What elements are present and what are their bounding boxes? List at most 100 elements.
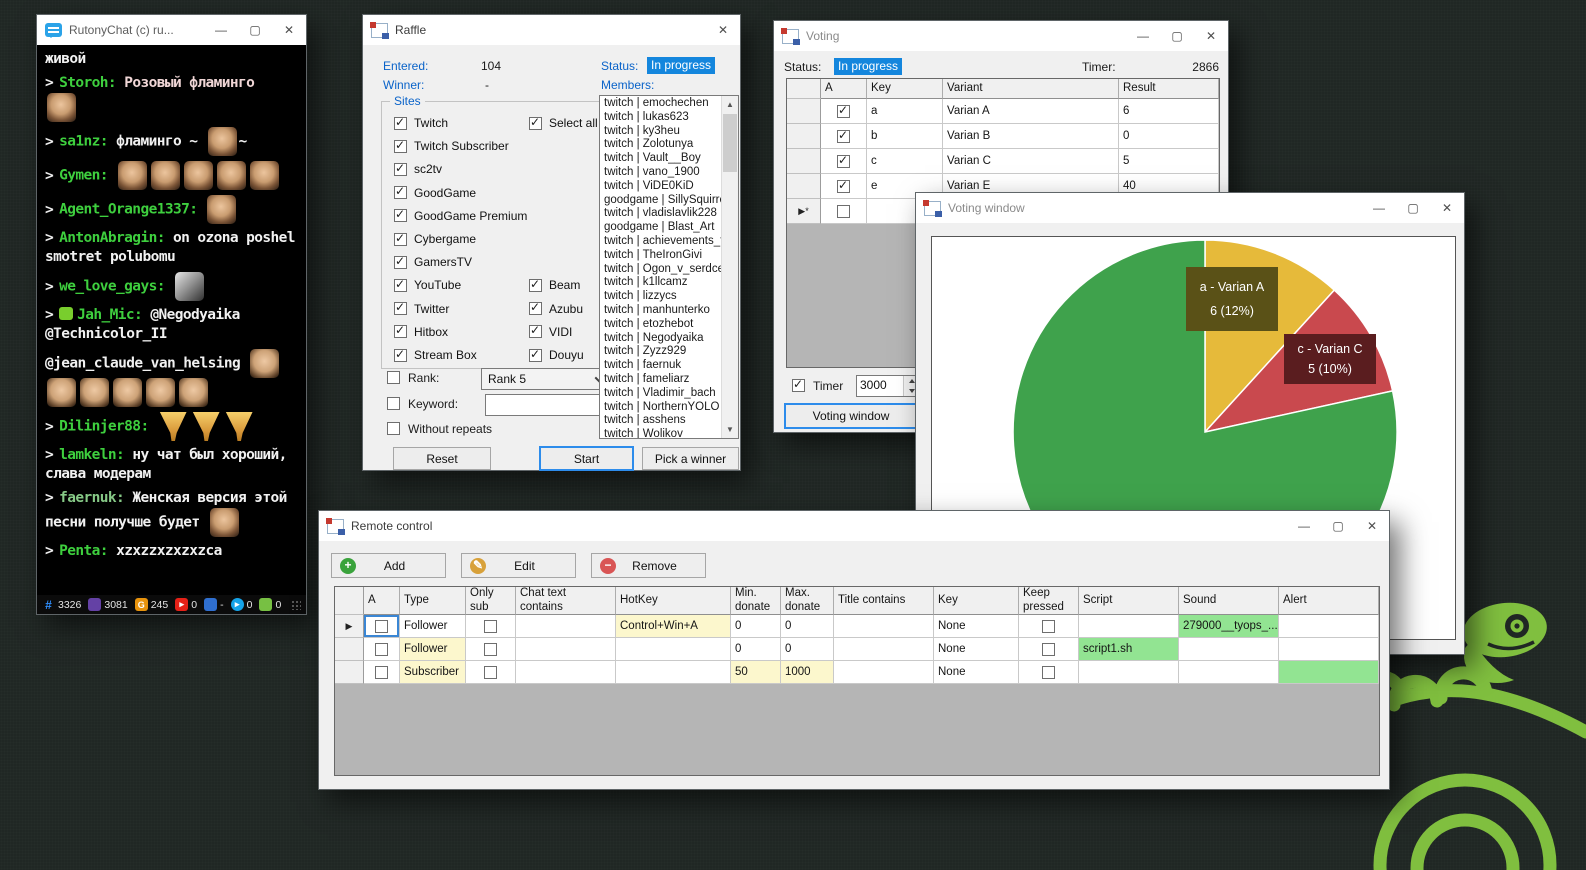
member-list-item[interactable]: twitch | Zolotunya — [604, 138, 722, 152]
maximize-icon[interactable]: ▢ — [1396, 193, 1430, 223]
close-icon[interactable]: ✕ — [706, 15, 740, 45]
column-header-a[interactable]: A — [821, 79, 867, 99]
grid-cell[interactable]: Control+Win+A — [616, 615, 731, 638]
row-selector[interactable] — [787, 124, 821, 149]
member-list-item[interactable]: twitch | etozhebot — [604, 318, 722, 332]
minimize-icon[interactable]: — — [1126, 21, 1160, 51]
grid-cell[interactable] — [821, 199, 867, 224]
member-list-item[interactable]: twitch | Ogon_v_serdce — [604, 263, 722, 277]
grid-cell[interactable]: 50 — [731, 661, 781, 684]
member-list-item[interactable]: twitch | fameliarz — [604, 373, 722, 387]
site-checkbox-goodgame[interactable] — [394, 186, 407, 199]
cell-checkbox[interactable] — [375, 666, 388, 679]
grid-cell[interactable] — [834, 615, 934, 638]
grid-cell[interactable]: b — [867, 124, 943, 149]
close-icon[interactable]: ✕ — [272, 15, 306, 45]
resize-grip-icon[interactable] — [291, 600, 301, 610]
grid-cell[interactable] — [821, 99, 867, 124]
column-header-sound[interactable]: Sound — [1179, 587, 1279, 615]
cell-checkbox[interactable] — [1042, 643, 1055, 656]
member-list-item[interactable]: twitch | NorthernYOLO — [604, 401, 722, 415]
grid-cell[interactable] — [1019, 661, 1079, 684]
site-checkbox-sc2tv[interactable] — [394, 163, 407, 176]
grid-cell[interactable] — [466, 638, 516, 661]
member-list-item[interactable]: twitch | faernuk — [604, 359, 722, 373]
member-list-item[interactable]: twitch | lizzycs — [604, 290, 722, 304]
edit-button[interactable]: ✎Edit — [461, 553, 576, 578]
grid-cell[interactable]: 0 — [731, 615, 781, 638]
site-checkbox-hitbox[interactable] — [394, 325, 407, 338]
member-list-item[interactable]: twitch | lukas623 — [604, 111, 722, 125]
grid-cell[interactable] — [516, 661, 616, 684]
column-header-alert[interactable]: Alert — [1279, 587, 1379, 615]
member-list-item[interactable]: twitch | ky3heu — [604, 125, 722, 139]
grid-cell[interactable] — [1019, 615, 1079, 638]
pie-titlebar[interactable]: Voting window — ▢ ✕ — [916, 193, 1464, 223]
table-row[interactable]: Follower00Nonescript1.sh — [335, 638, 1379, 661]
chat-username[interactable]: Jah_Mic: — [77, 307, 150, 323]
grid-cell[interactable] — [834, 638, 934, 661]
row-selector[interactable] — [787, 174, 821, 199]
raffle-titlebar[interactable]: Raffle ✕ — [363, 15, 740, 45]
close-icon[interactable]: ✕ — [1430, 193, 1464, 223]
close-icon[interactable]: ✕ — [1355, 511, 1389, 541]
row-selector[interactable] — [787, 99, 821, 124]
grid-cell[interactable]: Varian A — [943, 99, 1119, 124]
chat-username[interactable]: we_love_gays: — [59, 279, 173, 295]
cell-checkbox[interactable] — [837, 205, 850, 218]
grid-cell[interactable] — [364, 638, 400, 661]
minimize-icon[interactable]: — — [204, 15, 238, 45]
grid-cell[interactable]: Follower — [400, 615, 466, 638]
chat-username[interactable]: sa1nz: — [59, 134, 116, 150]
grid-cell[interactable]: a — [867, 99, 943, 124]
without-repeats-checkbox[interactable] — [387, 422, 400, 435]
row-selector[interactable] — [787, 149, 821, 174]
grid-cell[interactable] — [1279, 615, 1379, 638]
table-row[interactable]: bVarian B0 — [787, 124, 1219, 149]
grid-cell[interactable] — [1279, 638, 1379, 661]
grid-cell[interactable] — [1279, 661, 1379, 684]
column-header-a[interactable]: A — [364, 587, 400, 615]
remote-titlebar[interactable]: Remote control — ▢ ✕ — [319, 511, 1389, 541]
member-list-item[interactable]: twitch | emochechen — [604, 97, 722, 111]
grid-cell[interactable] — [1079, 661, 1179, 684]
column-header-key[interactable]: Key — [934, 587, 1019, 615]
timer-checkbox[interactable] — [792, 379, 805, 392]
grid-cell[interactable] — [516, 615, 616, 638]
cell-checkbox[interactable] — [484, 666, 497, 679]
grid-cell[interactable] — [1179, 661, 1279, 684]
grid-cell[interactable]: 5 — [1119, 149, 1219, 174]
site-checkbox-cybergame[interactable] — [394, 233, 407, 246]
start-button[interactable]: Start — [539, 446, 634, 471]
column-header-result[interactable]: Result — [1119, 79, 1219, 99]
column-header-key[interactable]: Key — [867, 79, 943, 99]
chat-username[interactable]: Agent_Orange1337: — [59, 202, 205, 218]
site-checkbox-vidi[interactable] — [529, 325, 542, 338]
grid-cell[interactable]: Varian B — [943, 124, 1119, 149]
grid-cell[interactable]: 0 — [781, 615, 834, 638]
column-header-chat-text-contains[interactable]: Chat text contains — [516, 587, 616, 615]
grid-cell[interactable]: 0 — [731, 638, 781, 661]
grid-cell[interactable] — [1019, 638, 1079, 661]
grid-cell[interactable]: Follower — [400, 638, 466, 661]
column-header-min-donate[interactable]: Min. donate — [731, 587, 781, 615]
site-checkbox-select-all[interactable] — [529, 117, 542, 130]
cell-checkbox[interactable] — [1042, 666, 1055, 679]
column-header-type[interactable]: Type — [400, 587, 466, 615]
member-list-item[interactable]: twitch | TheIronGivi — [604, 249, 722, 263]
member-list-item[interactable]: twitch | vano_1900 — [604, 166, 722, 180]
row-selector[interactable]: ▶ — [335, 615, 364, 638]
site-checkbox-stream-box[interactable] — [394, 349, 407, 362]
maximize-icon[interactable]: ▢ — [1321, 511, 1355, 541]
grid-cell[interactable] — [616, 661, 731, 684]
keyword-checkbox[interactable] — [387, 397, 400, 410]
grid-cell[interactable] — [821, 124, 867, 149]
members-listbox[interactable]: twitch | emochechentwitch | lukas623twit… — [599, 95, 739, 439]
site-checkbox-douyu[interactable] — [529, 349, 542, 362]
voting-window-button[interactable]: Voting window — [784, 403, 918, 429]
member-list-item[interactable]: twitch | manhunterko — [604, 304, 722, 318]
grid-cell[interactable] — [1079, 615, 1179, 638]
maximize-icon[interactable]: ▢ — [238, 15, 272, 45]
remove-button[interactable]: −Remove — [591, 553, 706, 578]
cell-checkbox[interactable] — [837, 155, 850, 168]
